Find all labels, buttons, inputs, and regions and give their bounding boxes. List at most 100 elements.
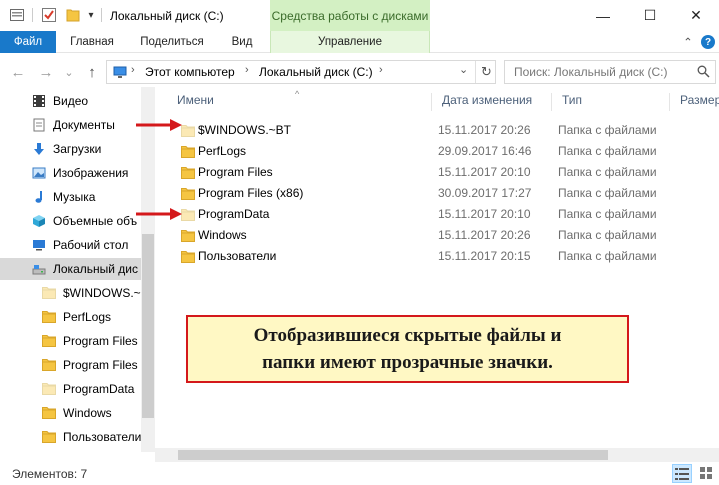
breadcrumb-local-disk[interactable]: Локальный диск (C:) [259, 65, 373, 79]
tab-share[interactable]: Поделиться [130, 31, 214, 53]
column-type[interactable]: Тип [552, 93, 670, 111]
annotation-callout: Отобразившиеся скрытые файлы и папки име… [186, 315, 629, 383]
nav-item[interactable]: Музыка [0, 186, 141, 208]
documents-icon [32, 118, 46, 135]
nav-item[interactable]: Пользователи [0, 426, 141, 448]
nav-item-label: Музыка [53, 190, 96, 204]
annotation-line-1: Отобразившиеся скрытые файлы и [253, 325, 562, 346]
breadcrumb-separator[interactable]: › [131, 64, 135, 76]
nav-item[interactable]: DVD-дисковод [0, 450, 141, 452]
minimize-button[interactable]: — [580, 0, 626, 31]
navigation-pane[interactable]: Видео Документы Загрузки Изображения Музыка О… [0, 87, 155, 452]
nav-item-label: Объемные объ [53, 214, 138, 228]
new-folder-icon[interactable] [62, 6, 84, 24]
quick-access-dropdown-icon[interactable]: ▾ [84, 6, 98, 24]
horizontal-scrollbar-thumb[interactable] [178, 450, 608, 460]
nav-item-label: Локальный дис [53, 262, 138, 276]
nav-item[interactable]: Изображения [0, 162, 141, 184]
breadcrumb-separator[interactable]: › [379, 64, 383, 76]
file-name: Program Files [198, 165, 273, 179]
breadcrumb-this-pc[interactable]: Этот компьютер [145, 65, 235, 79]
column-size[interactable]: Размер [670, 93, 719, 111]
sort-ascending-icon: ^ [295, 89, 300, 99]
qa-divider [32, 8, 33, 22]
nav-item[interactable]: $WINDOWS.~B [0, 282, 141, 304]
nav-item[interactable]: Program Files [0, 330, 141, 352]
nav-item-label: Пользователи [63, 430, 141, 444]
nav-item[interactable]: Windows [0, 402, 141, 424]
nav-item[interactable]: Объемные объ [0, 210, 141, 232]
nav-item-label: $WINDOWS.~B [63, 286, 141, 300]
large-icons-view-button[interactable] [696, 464, 716, 483]
file-row[interactable]: Program Files 15.11.2017 20:10 Папка с фай… [167, 162, 719, 183]
file-name: ProgramData [198, 207, 270, 221]
horizontal-scrollbar[interactable] [155, 448, 719, 462]
file-name: Windows [198, 228, 247, 242]
nav-item[interactable]: Загрузки [0, 138, 141, 160]
address-dropdown-icon[interactable]: ⌄ [459, 63, 468, 76]
nav-item-label: PerfLogs [63, 310, 112, 324]
file-date-modified: 29.09.2017 16:46 [438, 144, 532, 158]
tab-manage[interactable]: Управление [270, 31, 430, 53]
file-type: Папка с файлами [558, 186, 657, 200]
nav-item-label: Изображения [53, 166, 129, 180]
ribbon-collapse-icon[interactable]: ⌃ [680, 31, 696, 53]
search-box[interactable]: Поиск: Локальный диск (C:) [504, 60, 716, 84]
nav-item[interactable]: PerfLogs [0, 306, 141, 328]
nav-item[interactable]: Рабочий стол [0, 234, 141, 256]
video-icon [32, 94, 46, 111]
forward-button[interactable]: → [36, 61, 56, 83]
desktop-icon [32, 238, 46, 255]
computer-icon [113, 66, 127, 82]
search-input[interactable]: Поиск: Локальный диск (C:) [514, 65, 667, 79]
help-icon[interactable]: ? [701, 35, 715, 49]
nav-item-label: Program Files [63, 334, 138, 348]
properties-icon[interactable] [38, 6, 60, 24]
file-date-modified: 15.11.2017 20:15 [438, 249, 531, 263]
tab-file[interactable]: Файл [0, 31, 56, 53]
window-icon[interactable] [6, 6, 28, 24]
nav-item-label: Видео [53, 94, 89, 108]
file-row[interactable]: PerfLogs 29.09.2017 16:46 Папка с файлами [167, 141, 719, 162]
folder-icon [181, 145, 195, 158]
nav-scrollbar-thumb[interactable] [142, 234, 154, 418]
nav-scrollbar[interactable] [141, 87, 155, 452]
refresh-icon[interactable]: ↻ [481, 64, 492, 80]
item-count: Элементов: 7 [12, 467, 88, 481]
tab-view[interactable]: Вид [220, 31, 264, 53]
drive-icon [32, 262, 46, 279]
file-name: Program Files (x86) [198, 186, 304, 200]
file-row[interactable]: ProgramData 15.11.2017 20:10 Папка с файла… [167, 204, 719, 225]
column-name[interactable]: ^ Имени [167, 89, 432, 111]
file-type: Папка с файлами [558, 144, 657, 158]
back-button[interactable]: ← [8, 61, 28, 83]
nav-item[interactable]: Локальный дис [0, 258, 141, 280]
large-icons-view-icon [699, 467, 712, 479]
nav-item-label: ProgramData [63, 382, 135, 396]
maximize-button[interactable]: ☐ [627, 0, 673, 31]
file-name: Пользователи [198, 249, 277, 263]
folder-icon [181, 187, 195, 200]
recent-locations-icon[interactable]: ⌄ [62, 61, 76, 83]
close-button[interactable]: ✕ [673, 0, 719, 31]
tab-home[interactable]: Главная [60, 31, 124, 53]
breadcrumb-separator[interactable]: › [245, 64, 249, 76]
file-row[interactable]: $WINDOWS.~BT 15.11.2017 20:26 Папка с файл… [167, 120, 719, 141]
column-date-modified[interactable]: Дата изменения [432, 93, 552, 111]
file-row[interactable]: Program Files (x86) 30.09.2017 17:27 Папка… [167, 183, 719, 204]
folder-icon [181, 250, 195, 263]
file-row[interactable]: Пользователи 15.11.2017 20:15 Папка с файл… [167, 246, 719, 267]
nav-item[interactable]: ProgramData [0, 378, 141, 400]
explorer-window: ▾ Локальный диск (C:) Средства работы с … [0, 0, 719, 485]
nav-item-label: Загрузки [53, 142, 102, 156]
file-row[interactable]: Windows 15.11.2017 20:26 Папка с файлами [167, 225, 719, 246]
qa-divider-2 [101, 8, 102, 22]
nav-item[interactable]: Program Files ( [0, 354, 141, 376]
folder-icon [181, 166, 195, 179]
nav-item[interactable]: Видео [0, 90, 141, 112]
address-bar[interactable]: › Этот компьютер › Локальный диск (C:) ›… [106, 60, 496, 84]
details-view-button[interactable] [672, 464, 692, 483]
column-headers: ^ Имени Дата изменения Тип Размер [167, 89, 719, 113]
nav-item[interactable]: Документы [0, 114, 141, 136]
up-button[interactable]: ↑ [82, 61, 102, 83]
